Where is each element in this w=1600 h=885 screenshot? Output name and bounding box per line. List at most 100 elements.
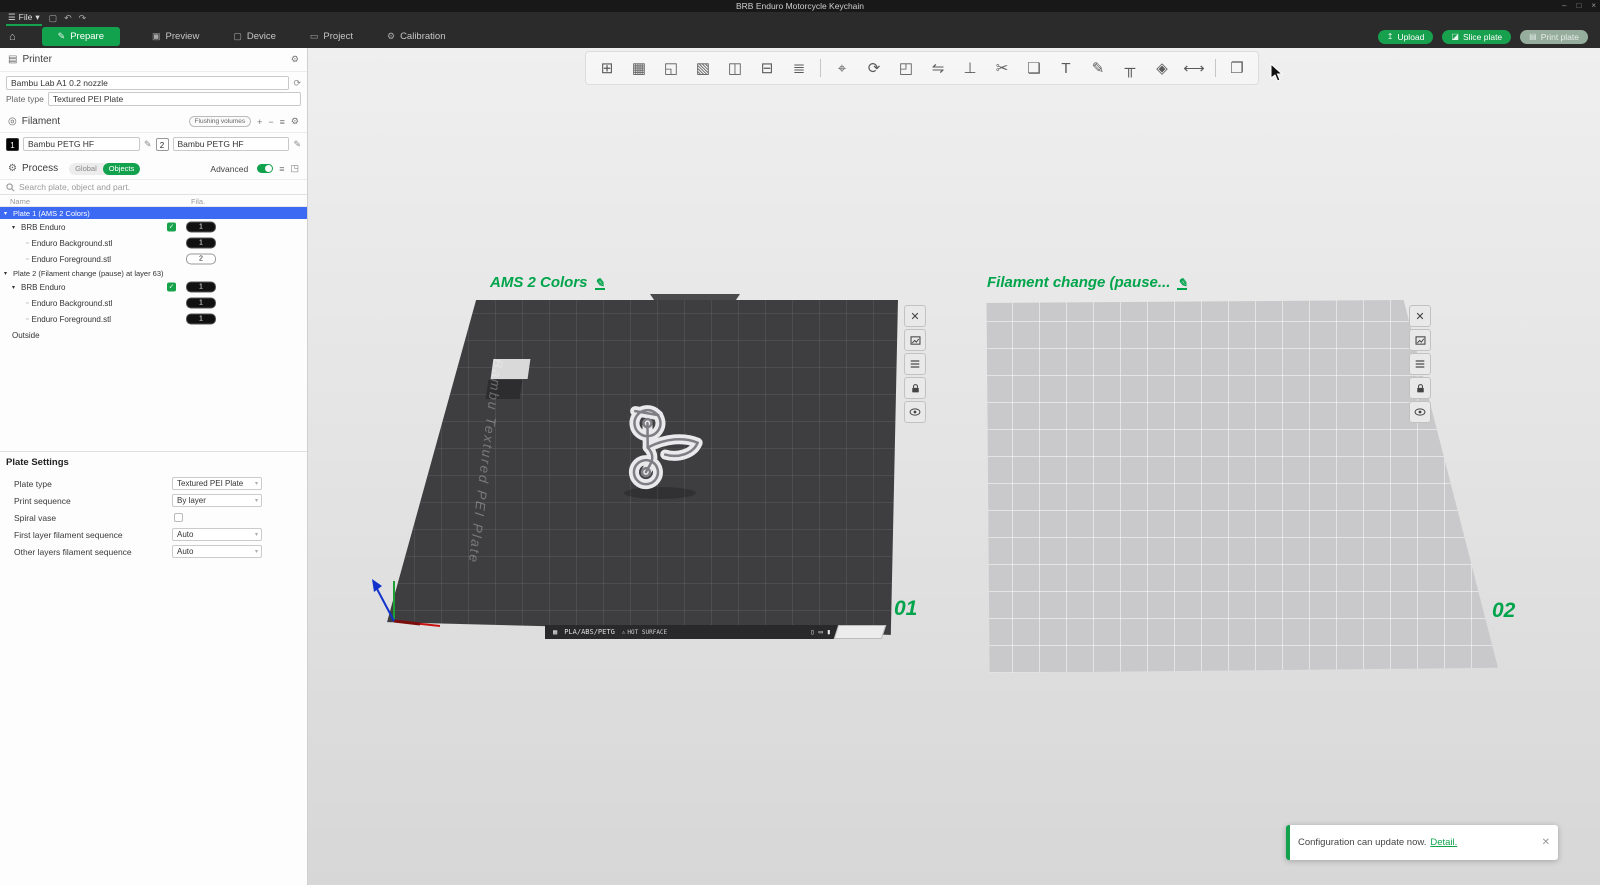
file-menu[interactable]: ☰ File ▾ (6, 12, 42, 26)
visibility-icon[interactable] (1409, 401, 1431, 423)
filament-2-swatch[interactable]: 2 (156, 138, 169, 151)
plate-image-icon[interactable] (1409, 329, 1431, 351)
measure-icon[interactable]: ⟷ (1183, 59, 1205, 77)
tab-prepare[interactable]: ✎ Prepare (42, 27, 120, 46)
scope-global[interactable]: Global (69, 163, 103, 175)
filament-chip[interactable]: 1 (186, 298, 216, 309)
filament-chip[interactable]: 2 (186, 254, 216, 265)
undo-icon[interactable]: ↶ (64, 13, 72, 24)
process-expand-icon[interactable]: ◳ (290, 163, 299, 174)
tree-row-part[interactable]: ▫ Enduro Foreground.stl 1 (0, 311, 307, 327)
filament-chip[interactable]: 1 (186, 238, 216, 249)
plate-1-name[interactable]: AMS 2 Colors ✎ (490, 274, 605, 291)
advanced-toggle[interactable] (257, 164, 273, 173)
clone-icon[interactable]: ❏ (1023, 59, 1045, 77)
assembly-view-icon[interactable]: ❐ (1226, 59, 1248, 77)
filament-1-swatch[interactable]: 1 (6, 138, 19, 151)
print-sequence-select[interactable]: By layer ▾ (172, 494, 262, 507)
lock-plate-icon[interactable] (1409, 377, 1431, 399)
toast-close-icon[interactable]: ✕ (1542, 837, 1550, 848)
plate-settings-icon[interactable] (1409, 353, 1431, 375)
first-layer-sequence-select[interactable]: Auto ▾ (172, 528, 262, 541)
delete-plate-icon[interactable]: ✕ (1409, 305, 1431, 327)
plate-type-setting-select[interactable]: Textured PEI Plate ▾ (172, 477, 262, 490)
redo-icon[interactable]: ↷ (79, 13, 87, 24)
support-paint-icon[interactable]: ╥ (1119, 60, 1141, 77)
tree-row-part[interactable]: ▫ Enduro Background.stl 1 (0, 295, 307, 311)
arrange-icon[interactable]: ▧ (692, 59, 714, 77)
rotate-icon[interactable]: ⟳ (863, 59, 885, 77)
filament-chip[interactable]: 1 (186, 282, 216, 293)
move-icon[interactable]: ⌖ (831, 60, 853, 77)
lock-plate-icon[interactable] (904, 377, 926, 399)
object-checkbox[interactable]: ✓ (167, 283, 176, 292)
tab-device[interactable]: ▢ Device (231, 27, 278, 46)
tree-row-part[interactable]: ▫ Enduro Background.stl 1 (0, 235, 307, 251)
plate-type-select[interactable]: Textured PEI Plate (48, 92, 301, 106)
printer-sync-icon[interactable]: ⟳ (293, 78, 301, 89)
upload-button[interactable]: ↥ Upload (1378, 30, 1434, 44)
tree-row-outside[interactable]: Outside (0, 327, 307, 343)
slice-plate-button[interactable]: ◪ Slice plate (1442, 30, 1511, 44)
caret-down-icon[interactable]: ▾ (12, 224, 21, 231)
add-filament-icon[interactable]: + (257, 117, 262, 127)
filament-settings-gear-icon[interactable]: ⚙ (291, 116, 299, 127)
remove-filament-icon[interactable]: − (268, 117, 273, 127)
tab-project[interactable]: ▭ Project (308, 27, 355, 46)
viewport-canvas[interactable]: ⊞ ▦ ◱ ▧ ◫ ⊟ ≣ ⌖ ⟳ ◰ ⇋ ⊥ ✂ ❏ T ✎ ╥ ◈ ⟷ ❐ … (308, 48, 1600, 885)
filament-1-select[interactable]: Bambu PETG HF (23, 137, 140, 151)
search-input[interactable] (19, 182, 301, 192)
edit-plate-name-icon[interactable]: ✎ (1177, 278, 1187, 290)
scale-icon[interactable]: ◰ (895, 59, 917, 77)
seam-icon[interactable]: ◈ (1151, 59, 1173, 77)
plate-2-name[interactable]: Filament change (pause... ✎ (987, 274, 1187, 291)
minimize-icon[interactable]: – (1562, 0, 1566, 12)
caret-down-icon[interactable]: ▾ (4, 270, 13, 277)
plate-image-icon[interactable] (904, 329, 926, 351)
object-checkbox[interactable]: ✓ (167, 223, 176, 232)
add-plate-icon[interactable]: ▦ (628, 59, 650, 77)
variable-layer-height-icon[interactable]: ≣ (788, 59, 810, 77)
tree-row-plate-2[interactable]: ▾ Plate 2 (Filament change (pause) at la… (0, 267, 307, 279)
cut-icon[interactable]: ✂ (991, 59, 1013, 77)
model-preview-plate-1[interactable] (612, 393, 712, 503)
caret-down-icon[interactable]: ▾ (4, 210, 13, 217)
mirror-icon[interactable]: ⇋ (927, 59, 949, 77)
tree-row-part[interactable]: ▫ Enduro Foreground.stl 2 (0, 251, 307, 267)
auto-orient-icon[interactable]: ◱ (660, 59, 682, 77)
filament-1-edit-icon[interactable]: ✎ (144, 139, 152, 150)
split-parts-icon[interactable]: ⊟ (756, 59, 778, 77)
caret-down-icon[interactable]: ▾ (12, 284, 21, 291)
text-tool-icon[interactable]: T (1055, 60, 1077, 77)
delete-plate-icon[interactable]: ✕ (904, 305, 926, 327)
tree-row-plate-1[interactable]: ▾ Plate 1 (AMS 2 Colors) (0, 207, 307, 219)
printer-settings-gear-icon[interactable]: ⚙ (291, 54, 299, 65)
lay-flat-icon[interactable]: ⊥ (959, 59, 981, 77)
tree-row-object[interactable]: ▾ BRB Enduro ✓ 1 (0, 279, 307, 295)
maximize-icon[interactable]: □ (1576, 0, 1581, 12)
edit-plate-name-icon[interactable]: ✎ (595, 278, 605, 290)
tree-row-object[interactable]: ▾ BRB Enduro ✓ 1 (0, 219, 307, 235)
home-icon[interactable]: ⌂ (9, 31, 16, 43)
print-plate-button[interactable]: ▤ Print plate (1520, 30, 1588, 44)
scope-objects[interactable]: Objects (103, 163, 140, 175)
window-layout-icon[interactable]: ▢ (49, 13, 58, 24)
flushing-volumes-button[interactable]: Flushing volumes (189, 116, 252, 127)
tab-calibration[interactable]: ⚙ Calibration (385, 27, 448, 46)
filament-chip[interactable]: 1 (186, 314, 216, 325)
toast-detail-link[interactable]: Detail. (1430, 837, 1457, 848)
paint-icon[interactable]: ✎ (1087, 59, 1109, 77)
spiral-vase-checkbox[interactable] (174, 513, 183, 522)
plate-settings-icon[interactable] (904, 353, 926, 375)
other-layers-sequence-select[interactable]: Auto ▾ (172, 545, 262, 558)
split-objects-icon[interactable]: ◫ (724, 59, 746, 77)
visibility-icon[interactable] (904, 401, 926, 423)
filament-list-icon[interactable]: ≡ (280, 117, 285, 127)
tab-preview[interactable]: ▣ Preview (150, 27, 201, 46)
filament-chip[interactable]: 1 (186, 222, 216, 233)
printer-select[interactable]: Bambu Lab A1 0.2 nozzle (6, 76, 289, 90)
filament-2-edit-icon[interactable]: ✎ (293, 139, 301, 150)
process-list-icon[interactable]: ≡ (279, 164, 284, 174)
add-model-icon[interactable]: ⊞ (596, 59, 618, 77)
close-icon[interactable]: × (1591, 0, 1596, 12)
